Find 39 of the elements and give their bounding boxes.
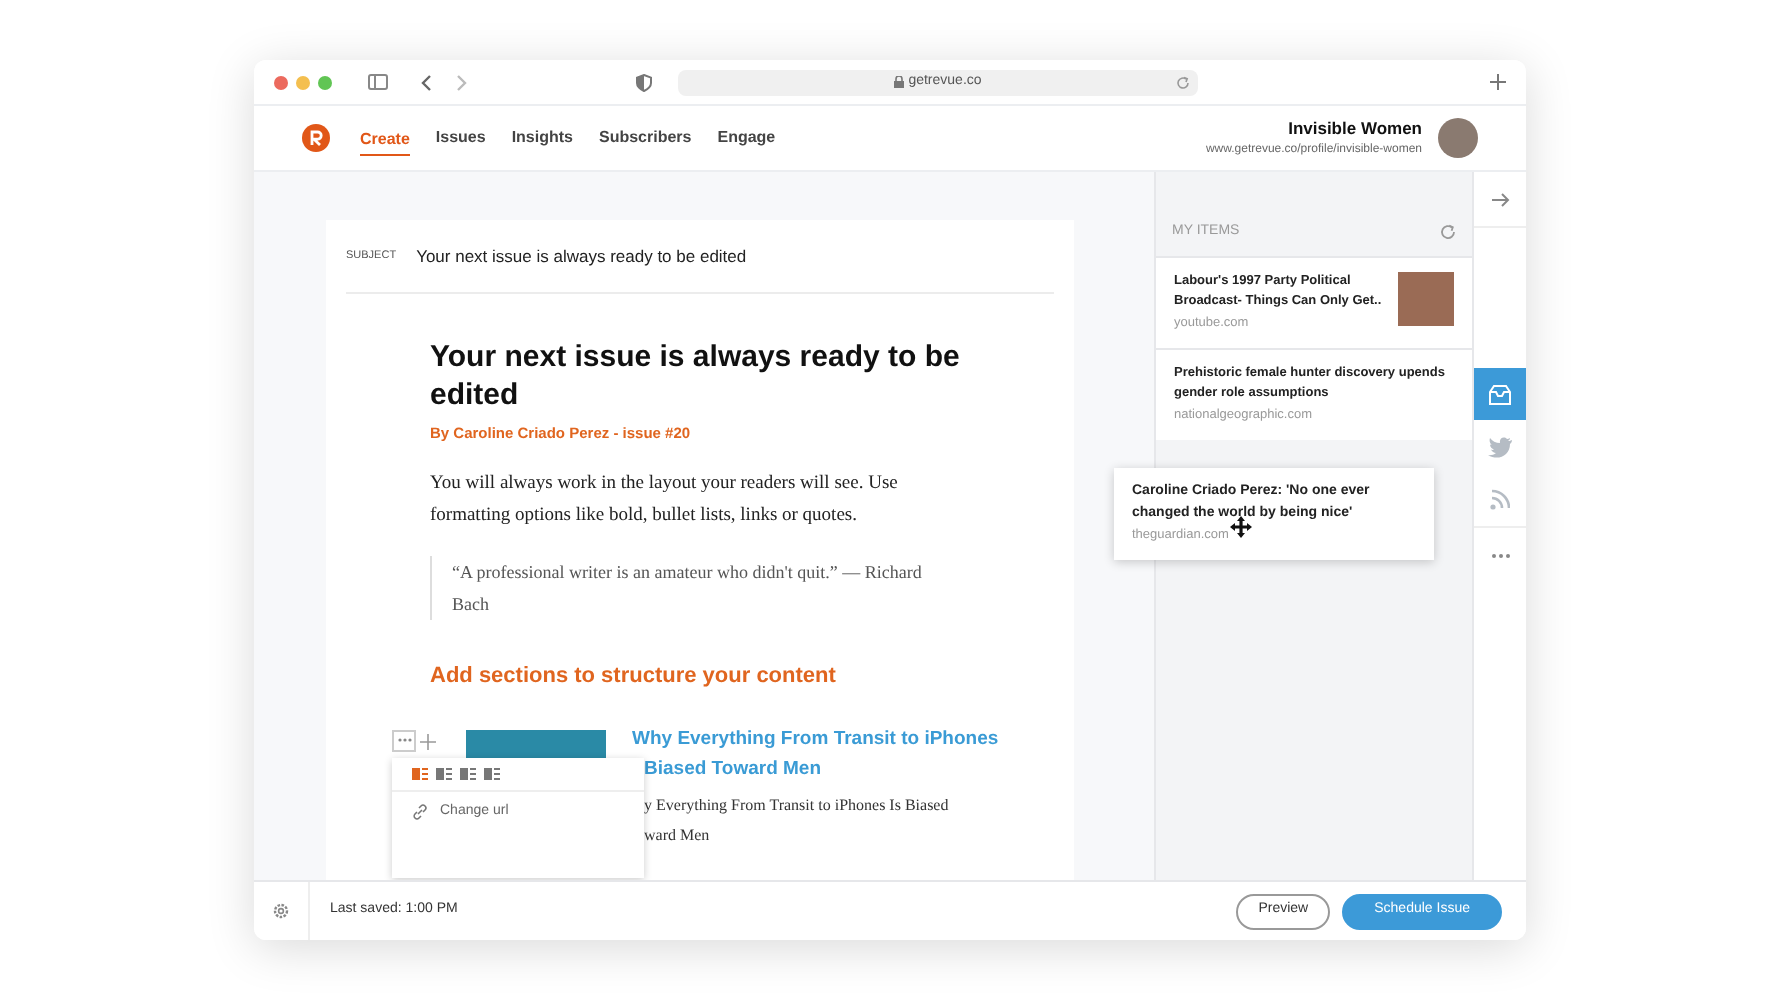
plus-icon[interactable] (1490, 74, 1506, 90)
rail-button[interactable] (1474, 368, 1526, 420)
issue-title: Your next issue is always ready to be edited (430, 338, 962, 414)
nav-tab[interactable]: Create (360, 127, 410, 155)
forward-icon[interactable] (456, 73, 468, 91)
nav-tab[interactable]: Subscribers (598, 126, 692, 152)
layout-icon[interactable] (436, 767, 452, 780)
lock-icon (894, 76, 905, 88)
arrow-right-icon (1490, 189, 1510, 209)
move-icon[interactable] (420, 733, 436, 750)
sidebar-icon[interactable] (368, 74, 388, 90)
avatar[interactable] (1438, 118, 1478, 158)
section-heading: Add sections to structure your content (430, 662, 838, 693)
reload-icon[interactable] (1176, 75, 1190, 89)
nav-tab[interactable]: Issues (435, 126, 486, 152)
rss-icon (1490, 488, 1510, 510)
subject-field[interactable]: Your next issue is always ready to be edited (416, 243, 747, 269)
bird-icon (1488, 435, 1512, 457)
body-paragraph: You will always work in the layout your readers will see. Use formatting options like bold, bullet lists, links or quotes. (430, 472, 900, 531)
nav-tab[interactable]: Engage (717, 126, 776, 152)
settings-icon[interactable] (272, 902, 290, 920)
article-description: y Everything From Transit to iPhones Is Biased (644, 793, 951, 818)
layout-icon[interactable] (460, 767, 476, 780)
inbox-icon (1488, 383, 1512, 405)
link-icon (412, 804, 428, 820)
photo-placeholder (1398, 272, 1454, 326)
more-icon[interactable] (397, 738, 411, 743)
quote-text: “A professional writer is an amateur who didn't quit.” — Richard Bach (452, 560, 924, 619)
layout-icon[interactable] (484, 767, 500, 780)
move-cursor-icon (1230, 516, 1252, 538)
refresh-icon[interactable] (1440, 224, 1456, 240)
profile-name: Invisible Women (1288, 116, 1422, 142)
back-icon[interactable] (420, 73, 432, 91)
layout-icon[interactable] (412, 767, 428, 780)
nav-tab[interactable]: Insights (511, 126, 573, 152)
article-description: ward Men (644, 823, 712, 848)
options-button[interactable] (392, 729, 416, 752)
shield-icon (636, 73, 652, 91)
logo-icon[interactable] (302, 124, 330, 152)
